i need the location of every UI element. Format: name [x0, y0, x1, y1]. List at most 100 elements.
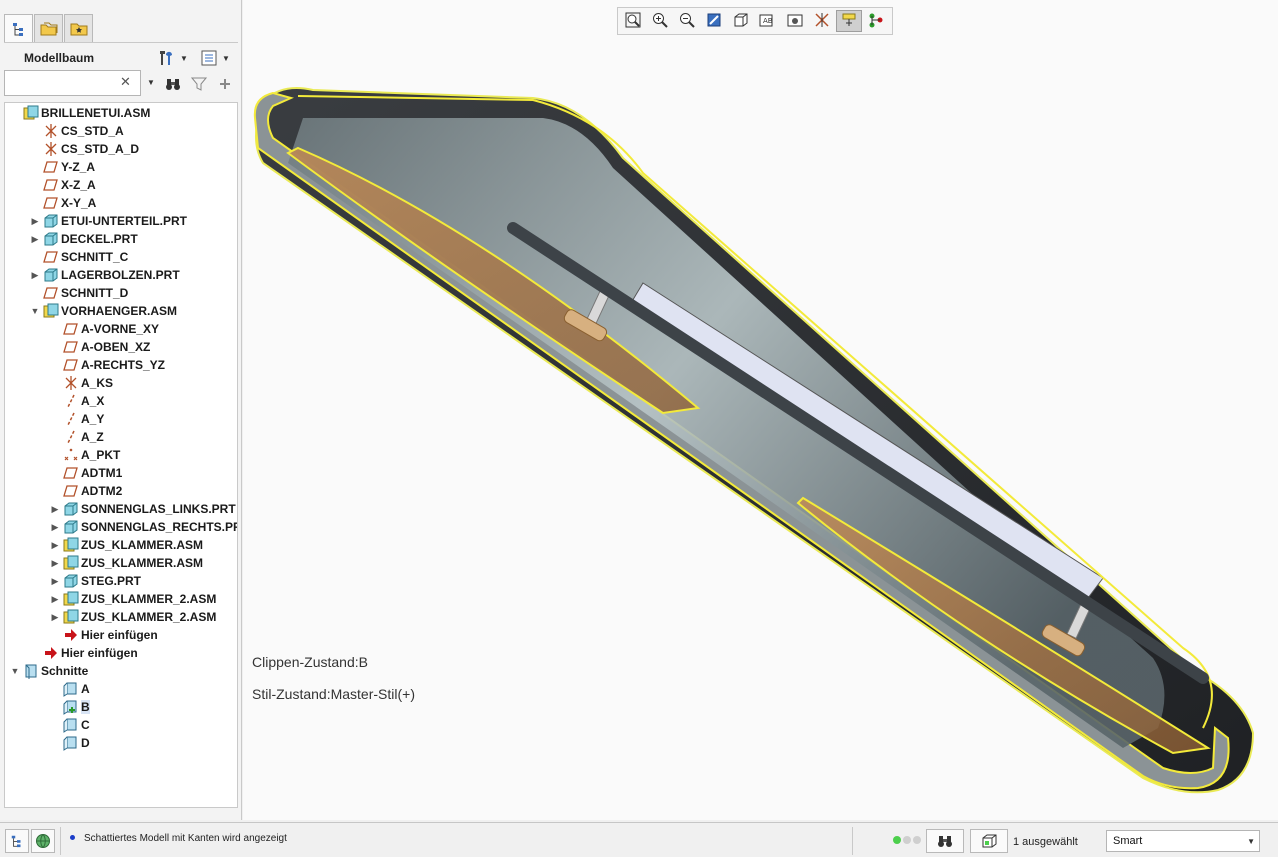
expand-arrow-icon[interactable]: ▶: [29, 234, 41, 245]
tab-model-tree[interactable]: [4, 14, 33, 42]
tree-node[interactable]: ▶ ZUS_KLAMMER_2.ASM: [49, 608, 216, 626]
tree-node[interactable]: BRILLENETUI.ASM: [9, 104, 150, 122]
expand-arrow-icon[interactable]: ▶: [29, 216, 41, 227]
section-icon: [63, 717, 79, 733]
tree-node[interactable]: CS_STD_A_D: [29, 140, 139, 158]
insert-here-arrow-icon: [63, 627, 79, 643]
tree-node-label: A_KS: [81, 376, 114, 390]
tree-node[interactable]: B: [49, 698, 90, 716]
tree-node[interactable]: A_Y: [49, 410, 104, 428]
tree-node[interactable]: ▶ ZUS_KLAMMER.ASM: [49, 554, 203, 572]
tree-node-label: VORHAENGER.ASM: [61, 304, 178, 318]
expand-arrow-icon[interactable]: ▶: [49, 576, 61, 587]
tree-node[interactable]: Hier einfügen: [49, 626, 158, 644]
chevron-down-icon: ▼: [180, 53, 188, 63]
find-button[interactable]: [164, 75, 182, 93]
toggle-navigator-button[interactable]: [5, 829, 29, 853]
tree-node-label: A-RECHTS_YZ: [81, 358, 166, 372]
tree-node[interactable]: Hier einfügen: [29, 644, 138, 662]
repaint-button[interactable]: [701, 10, 727, 32]
perspective-button[interactable]: [782, 10, 808, 32]
tree-node[interactable]: ▼ VORHAENGER.ASM: [29, 302, 177, 320]
selection-box-button[interactable]: [970, 829, 1008, 853]
tree-node[interactable]: D: [49, 734, 90, 752]
tree-node[interactable]: ▶ ETUI-UNTERTEIL.PRT: [29, 212, 187, 230]
tree-node[interactable]: ADTM2: [49, 482, 122, 500]
tree-node-label: ZUS_KLAMMER_2.ASM: [81, 592, 217, 606]
toggle-browser-button[interactable]: [31, 829, 55, 853]
tree-node[interactable]: ▶ ZUS_KLAMMER_2.ASM: [49, 590, 216, 608]
tab-folder-browser[interactable]: [34, 14, 63, 42]
tree-node[interactable]: ▶ STEG.PRT: [49, 572, 141, 590]
tree-node[interactable]: ▼ Schnitte: [9, 662, 88, 680]
expand-arrow-icon[interactable]: ▶: [29, 270, 41, 281]
section-icon: [63, 735, 79, 751]
saved-views-button[interactable]: AB: [755, 10, 781, 32]
collapse-arrow-icon[interactable]: ▼: [9, 666, 21, 676]
tree-node[interactable]: CS_STD_A: [29, 122, 124, 140]
expand-arrow-icon[interactable]: ▶: [49, 558, 61, 569]
tree-node[interactable]: ▶ SONNENGLAS_RECHTS.PRT: [49, 518, 237, 536]
assembly-icon: [23, 105, 39, 121]
clear-icon[interactable]: ✕: [120, 74, 131, 90]
expand-arrow-icon[interactable]: ▶: [49, 522, 61, 533]
tree-node[interactable]: A-VORNE_XY: [49, 320, 159, 338]
tree-node[interactable]: ADTM1: [49, 464, 122, 482]
tree-node-label: CS_STD_A: [61, 124, 124, 138]
tree-node[interactable]: C: [49, 716, 90, 734]
expand-arrow-icon[interactable]: ▶: [49, 612, 61, 623]
add-column-button[interactable]: [216, 75, 234, 93]
status-message: Schattiertes Modell mit Kanten wird ange…: [84, 833, 287, 844]
tree-node[interactable]: A: [49, 680, 90, 698]
tree-node[interactable]: ▶ ZUS_KLAMMER.ASM: [49, 536, 203, 554]
chevron-down-icon: ▼: [222, 53, 230, 63]
datum-plane-icon: [63, 465, 79, 481]
expand-arrow-icon[interactable]: ▶: [49, 504, 61, 515]
settings-button[interactable]: ▼: [156, 47, 190, 69]
tree-node[interactable]: X-Z_A: [29, 176, 96, 194]
filter-button[interactable]: [190, 75, 208, 93]
selection-filter-select[interactable]: Smart ▼: [1106, 830, 1260, 852]
find-button[interactable]: [926, 829, 964, 853]
part-icon: [63, 573, 79, 589]
coordinate-system-icon: [63, 375, 79, 391]
zoom-out-button[interactable]: [674, 10, 700, 32]
show-options-button[interactable]: ▼: [200, 47, 234, 69]
tree-node-label: C: [81, 718, 90, 732]
tab-favorites[interactable]: [64, 14, 93, 42]
tree-node-label: ADTM2: [81, 484, 123, 498]
tree-node-label: ADTM1: [81, 466, 123, 480]
perspective-icon: [787, 12, 803, 31]
tree-node[interactable]: ▶ DECKEL.PRT: [29, 230, 138, 248]
display-style-button[interactable]: [728, 10, 754, 32]
refit-button[interactable]: [620, 10, 646, 32]
spin-center-button[interactable]: [836, 10, 862, 32]
datum-plane-icon: [63, 357, 79, 373]
annotation-display-button[interactable]: [863, 10, 889, 32]
tree-node[interactable]: A-RECHTS_YZ: [49, 356, 165, 374]
datum-axis-icon: [63, 393, 79, 409]
tree-node[interactable]: A-OBEN_XZ: [49, 338, 150, 356]
datum-display-button[interactable]: [809, 10, 835, 32]
tree-node[interactable]: X-Y_A: [29, 194, 96, 212]
part-icon: [63, 519, 79, 535]
tree-node-label: CS_STD_A_D: [61, 142, 140, 156]
tree-node[interactable]: A_Z: [49, 428, 104, 446]
tree-node[interactable]: A_X: [49, 392, 104, 410]
expand-arrow-icon[interactable]: ▶: [49, 594, 61, 605]
search-row: ✕ ▼: [4, 70, 238, 98]
collapse-arrow-icon[interactable]: ▼: [29, 306, 41, 316]
tree-node[interactable]: SCHNITT_C: [29, 248, 128, 266]
style-state-label: Stil-Zustand:Master-Stil(+): [252, 686, 415, 702]
tree-node[interactable]: Y-Z_A: [29, 158, 95, 176]
chevron-down-icon[interactable]: ▼: [147, 78, 155, 87]
expand-arrow-icon[interactable]: ▶: [49, 540, 61, 551]
tree-node[interactable]: ▶ SONNENGLAS_LINKS.PRT: [49, 500, 236, 518]
tree-node[interactable]: A_PKT: [49, 446, 120, 464]
folder-icon: [40, 22, 57, 35]
zoom-in-button[interactable]: [647, 10, 673, 32]
svg-text:AB: AB: [763, 17, 773, 25]
tree-node[interactable]: SCHNITT_D: [29, 284, 128, 302]
tree-node[interactable]: A_KS: [49, 374, 113, 392]
tree-node[interactable]: ▶ LAGERBOLZEN.PRT: [29, 266, 180, 284]
